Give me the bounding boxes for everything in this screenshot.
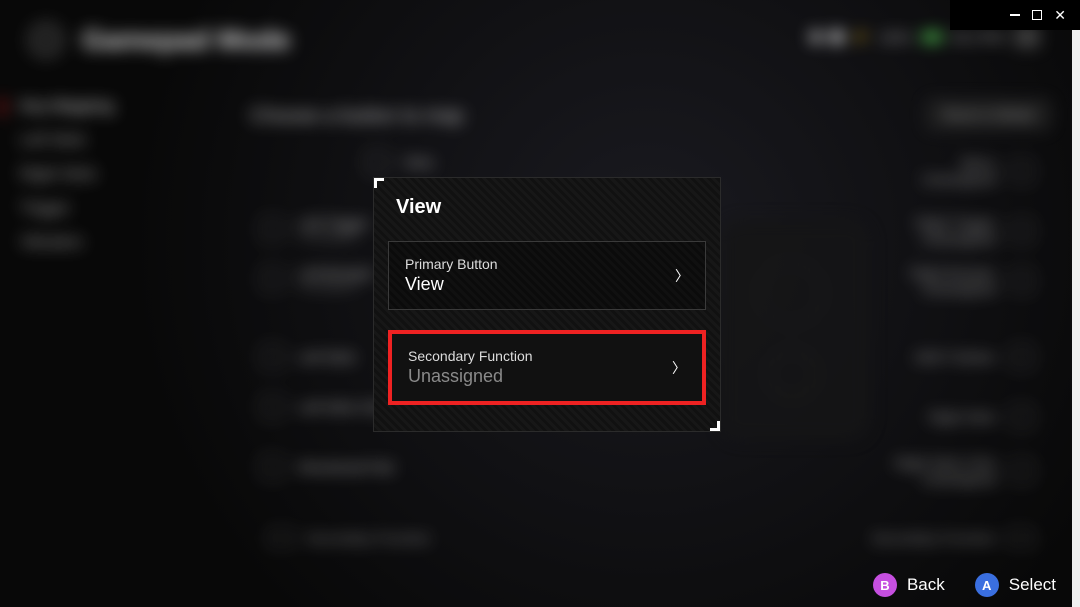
secondary-function-right[interactable]: Secondary Function [871, 530, 996, 546]
button-left-trigger[interactable]: Left Trigger [298, 215, 369, 231]
heart-icon [828, 29, 845, 46]
left-trigger-icon [260, 217, 284, 241]
close-icon[interactable]: ✕ [1054, 8, 1066, 22]
secondary-function-value: Unassigned [408, 366, 533, 387]
left-stick-icon [260, 345, 284, 369]
hint-back: B Back [873, 573, 945, 597]
primary-button-value: View [405, 274, 498, 295]
back-label: Back [907, 575, 945, 595]
modal-title: View [396, 196, 706, 219]
left-stick-click-icon [260, 395, 284, 419]
sidebar-item-left-stick[interactable]: Left Stick [20, 124, 180, 158]
sidebar-accent [0, 98, 4, 116]
battery-percent: 100% [879, 30, 912, 45]
clock: 06:17PM [952, 30, 1004, 45]
button-left-stick[interactable]: Left Stick [298, 349, 356, 365]
button-view[interactable]: View [403, 154, 433, 170]
modal-corner-icon [710, 421, 720, 431]
right-stick-icon [1010, 405, 1034, 429]
primary-button-option[interactable]: Primary Button View 〉 [388, 241, 706, 310]
button-right-bumper[interactable]: Right Bumper [910, 265, 996, 281]
right-trigger-icon [1010, 219, 1034, 243]
secondary-function-option[interactable]: Secondary Function Unassigned 〉 [388, 330, 706, 405]
battery-icon [922, 32, 942, 42]
macro-right-icon [1008, 529, 1034, 547]
right-bumper-icon [1010, 269, 1034, 293]
page-title: Gamepad Mode [82, 24, 290, 56]
button-dpad[interactable]: Directional Pad [298, 459, 393, 475]
button-right-stick[interactable]: Right Stick [929, 409, 996, 425]
chevron-right-icon: 〉 [675, 266, 689, 286]
button-right-stick-click[interactable]: Right Stick Click [895, 455, 996, 471]
sidebar: Key Mapping Left Stick Right Stick Trigg… [20, 90, 180, 260]
primary-button-label: Primary Button [405, 256, 498, 272]
a-button-icon: A [975, 573, 999, 597]
b-button-icon: B [873, 573, 897, 597]
sidebar-item-vibration[interactable]: Vibration [20, 226, 180, 260]
secondary-function-label: Secondary Function [408, 348, 533, 364]
modal-corner-icon [374, 178, 384, 188]
scrollbar[interactable] [1072, 30, 1080, 607]
macro-left-icon [268, 529, 294, 547]
button-config-modal: View Primary Button View 〉 Secondary Fun… [373, 177, 721, 432]
button-left-bumper[interactable]: Left Bumper [298, 265, 374, 281]
app-logo-icon [28, 22, 64, 58]
footer-hints: B Back A Select [873, 573, 1056, 597]
app-window: ✕ Gamepad Mode ⚡ 100% 06:17PM Key Mappin… [0, 0, 1080, 607]
window-titlebar: ✕ [950, 0, 1080, 30]
minimize-icon[interactable] [1010, 14, 1020, 16]
abxy-icon [1010, 345, 1034, 369]
reset-button[interactable]: Reset to Default [927, 100, 1050, 129]
sidebar-item-right-stick[interactable]: Right Stick [20, 158, 180, 192]
right-stick-click-icon [1010, 459, 1034, 483]
button-abxy[interactable]: ABXY Button [915, 349, 996, 365]
sidebar-item-trigger[interactable]: Trigger [20, 192, 180, 226]
button-right-trigger[interactable]: Right Trigger [916, 215, 996, 231]
gamepad-illustration [720, 220, 870, 440]
chevron-right-icon: 〉 [672, 358, 686, 378]
menu-icon [1010, 159, 1034, 183]
hint-select: A Select [975, 573, 1056, 597]
left-bumper-icon [260, 267, 284, 291]
bluetooth-icon: ⚡ [853, 29, 869, 45]
maximize-icon[interactable] [1032, 10, 1042, 20]
dpad-icon [260, 455, 284, 479]
view-icon [365, 150, 389, 174]
button-menu[interactable]: Menu [922, 155, 996, 171]
status-indicator-icon [811, 32, 821, 42]
content-heading: Choose a button to map [250, 105, 463, 128]
sidebar-item-key-mapping[interactable]: Key Mapping [20, 90, 180, 124]
secondary-function-left[interactable]: Secondary Function [306, 530, 431, 546]
select-label: Select [1009, 575, 1056, 595]
